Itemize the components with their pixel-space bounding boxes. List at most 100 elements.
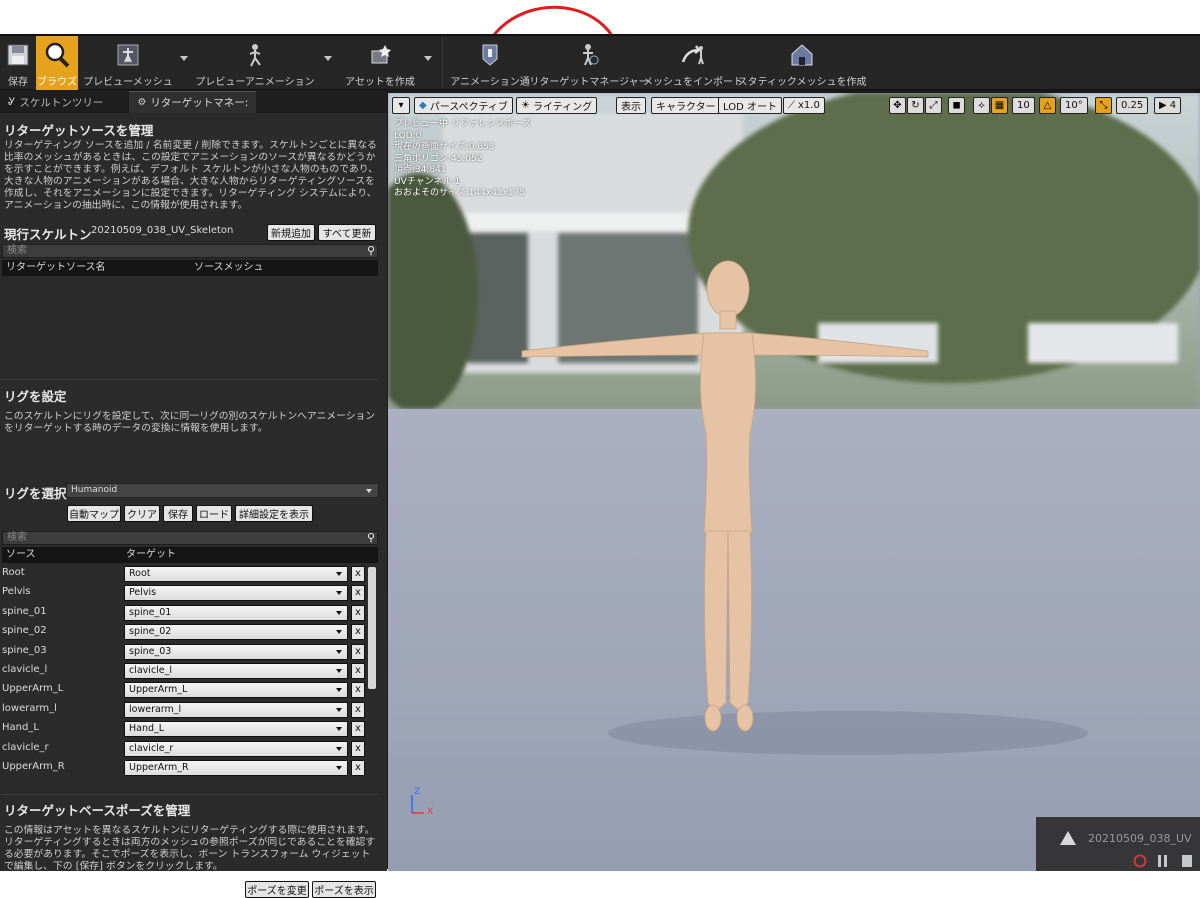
rotation-snap-value[interactable]: 10°: [1060, 97, 1088, 114]
load-button[interactable]: ロード: [196, 505, 232, 522]
source-search-input[interactable]: 検索 ⚲: [2, 244, 378, 258]
mapping-target-dropdown[interactable]: lowerarm_l: [124, 701, 348, 718]
mapping-scrollbar[interactable]: [368, 567, 376, 689]
mapping-target-dropdown[interactable]: spine_03: [124, 643, 348, 660]
lod-button[interactable]: LOD オート: [718, 97, 782, 114]
mapping-row: Root Root x: [2, 565, 378, 584]
chevron-down-icon: [336, 727, 342, 732]
col-target: ターゲット: [126, 549, 176, 560]
preview-mesh-button[interactable]: プレビューメッシュ: [82, 36, 188, 90]
clear-mapping-button[interactable]: x: [351, 682, 365, 699]
axis-z-label: Z: [414, 787, 421, 797]
preview-animation-button[interactable]: プレビューアニメーション: [192, 36, 332, 90]
chevron-down-icon[interactable]: [324, 56, 332, 61]
viewport-options-button[interactable]: ▾: [392, 97, 410, 114]
playback-speed-button[interactable]: ⟋ x1.0: [783, 97, 825, 114]
surface-snap-icon[interactable]: ⟡: [973, 97, 990, 114]
clear-mapping-button[interactable]: x: [351, 701, 365, 718]
world-local-icon[interactable]: ◼: [948, 97, 965, 114]
clear-mapping-button[interactable]: x: [351, 663, 365, 679]
translate-icon[interactable]: ✥: [889, 97, 906, 114]
scale-icon[interactable]: ⤢: [925, 97, 942, 114]
viewport-stats: プレビュー中 リファレンスポーズ LOD:0 現在の画面サイズ:0.853 三角ポリゴ…: [394, 119, 531, 200]
toolbar-label: プレビューメッシュ: [83, 77, 173, 88]
chevron-down-icon[interactable]: [180, 56, 188, 61]
mapping-target-dropdown[interactable]: spine_01: [124, 604, 348, 621]
save-rig-button[interactable]: 保存: [163, 505, 193, 522]
character-button[interactable]: キャラクター: [651, 97, 721, 114]
mapping-target-dropdown[interactable]: spine_02: [124, 624, 348, 641]
browse-button[interactable]: ブラウズ: [36, 36, 78, 90]
search-icon[interactable]: ⚲: [367, 245, 375, 257]
show-button[interactable]: 表示: [616, 97, 646, 114]
rig-search-input[interactable]: 検索 ⚲: [2, 531, 378, 545]
perspective-button[interactable]: ◆ パースペクティブ: [414, 97, 513, 114]
clear-mapping-button[interactable]: x: [351, 760, 365, 776]
view-pose-button[interactable]: ポーズを表示: [312, 881, 376, 898]
mapping-target-dropdown[interactable]: clavicle_r: [124, 740, 348, 757]
clear-button[interactable]: クリア: [124, 505, 160, 522]
rig-select-dropdown[interactable]: Humanoid: [66, 483, 379, 498]
clear-mapping-button[interactable]: x: [351, 624, 365, 641]
modify-pose-button[interactable]: ポーズを変更: [245, 881, 309, 898]
auto-map-button[interactable]: 自動マップ: [67, 505, 121, 522]
mapping-target-value: spine_03: [129, 645, 172, 657]
mapping-target-dropdown[interactable]: Pelvis: [124, 585, 348, 602]
lighting-button[interactable]: ☀ ライティング: [516, 97, 598, 114]
camera-speed-value: 4: [1169, 100, 1177, 111]
rotate-icon[interactable]: ↻: [907, 97, 924, 114]
chevron-down-icon: [336, 688, 342, 693]
mapping-source: spine_01: [2, 605, 47, 617]
pause-icon[interactable]: [1158, 855, 1161, 867]
animation-notify-button[interactable]: アニメーション通: [449, 36, 531, 90]
update-all-button[interactable]: すべて更新: [318, 224, 376, 241]
create-asset-button[interactable]: アセットを作成: [340, 36, 432, 90]
clear-mapping-button[interactable]: x: [351, 566, 365, 582]
rotation-snap-icon[interactable]: △: [1039, 97, 1056, 114]
editor-window: 保存 ブラウズ プレビューメッシュ プレビューアニメーション アセットを作成 ア…: [0, 34, 1200, 898]
mapping-target-dropdown[interactable]: UpperArm_R: [124, 760, 348, 776]
mapping-target-value: spine_01: [129, 606, 172, 618]
grid-snap-value[interactable]: 10: [1012, 97, 1035, 114]
mapping-target-dropdown[interactable]: clavicle_l: [124, 663, 348, 679]
chevron-down-icon[interactable]: [424, 56, 432, 61]
col-source: ソース: [6, 549, 36, 560]
add-new-button[interactable]: 新規追加: [267, 224, 315, 241]
search-icon[interactable]: ⚲: [367, 532, 375, 544]
rig-select-value: Humanoid: [71, 485, 118, 495]
clear-mapping-button[interactable]: x: [351, 721, 365, 738]
top-margin: [0, 0, 1200, 34]
mapping-target-dropdown[interactable]: UpperArm_L: [124, 682, 348, 699]
record-icon[interactable]: [1133, 854, 1147, 868]
toolbar-label: メッシュをインポート: [643, 77, 743, 88]
stat-line: UVチャンネル:1: [394, 176, 461, 187]
stop-icon[interactable]: [1182, 855, 1192, 867]
chevron-down-icon: [336, 591, 342, 596]
mapping-target-dropdown[interactable]: Root: [124, 566, 348, 582]
show-advanced-button[interactable]: 詳細設定を表示: [235, 505, 313, 522]
import-mesh-button[interactable]: メッシュをインポート: [643, 36, 743, 90]
mapping-source: UpperArm_R: [2, 761, 65, 772]
clear-mapping-button[interactable]: x: [351, 585, 365, 602]
save-button[interactable]: 保存: [0, 36, 36, 90]
chevron-down-icon: [336, 610, 342, 615]
scale-snap-value[interactable]: 0.25: [1116, 97, 1149, 114]
scale-snap-icon[interactable]: ⤡: [1095, 97, 1112, 114]
import-mesh-icon: [678, 40, 708, 70]
preview-mesh-icon: [113, 40, 143, 70]
warning-icon: [1060, 831, 1076, 845]
clear-mapping-button[interactable]: x: [351, 643, 365, 660]
preview-viewport[interactable]: ▾ ◆ パースペクティブ ☀ ライティング 表示 キャラクター LOD オート …: [388, 93, 1200, 871]
mapping-target-dropdown[interactable]: Hand_L: [124, 721, 348, 738]
clear-mapping-button[interactable]: x: [351, 740, 365, 757]
retarget-manager-button[interactable]: リターゲットマネージャー: [529, 36, 649, 90]
stat-line: 三角ポリゴン:45,052: [394, 153, 483, 164]
mapping-source: spine_03: [2, 644, 47, 656]
camera-speed-button[interactable]: ▶ 4: [1154, 97, 1182, 114]
tab-skeleton-tree[interactable]: Ꮍ スケルトンツリー: [0, 91, 111, 113]
create-static-mesh-button[interactable]: スタティックメッシュを作成: [738, 36, 867, 90]
grid-snap-icon[interactable]: ▦: [991, 97, 1008, 114]
main-toolbar: 保存 ブラウズ プレビューメッシュ プレビューアニメーション アセットを作成 ア…: [0, 36, 1200, 90]
clear-mapping-button[interactable]: x: [351, 604, 365, 621]
tab-retarget-manager[interactable]: ⚙ リターゲットマネー:: [129, 91, 257, 113]
